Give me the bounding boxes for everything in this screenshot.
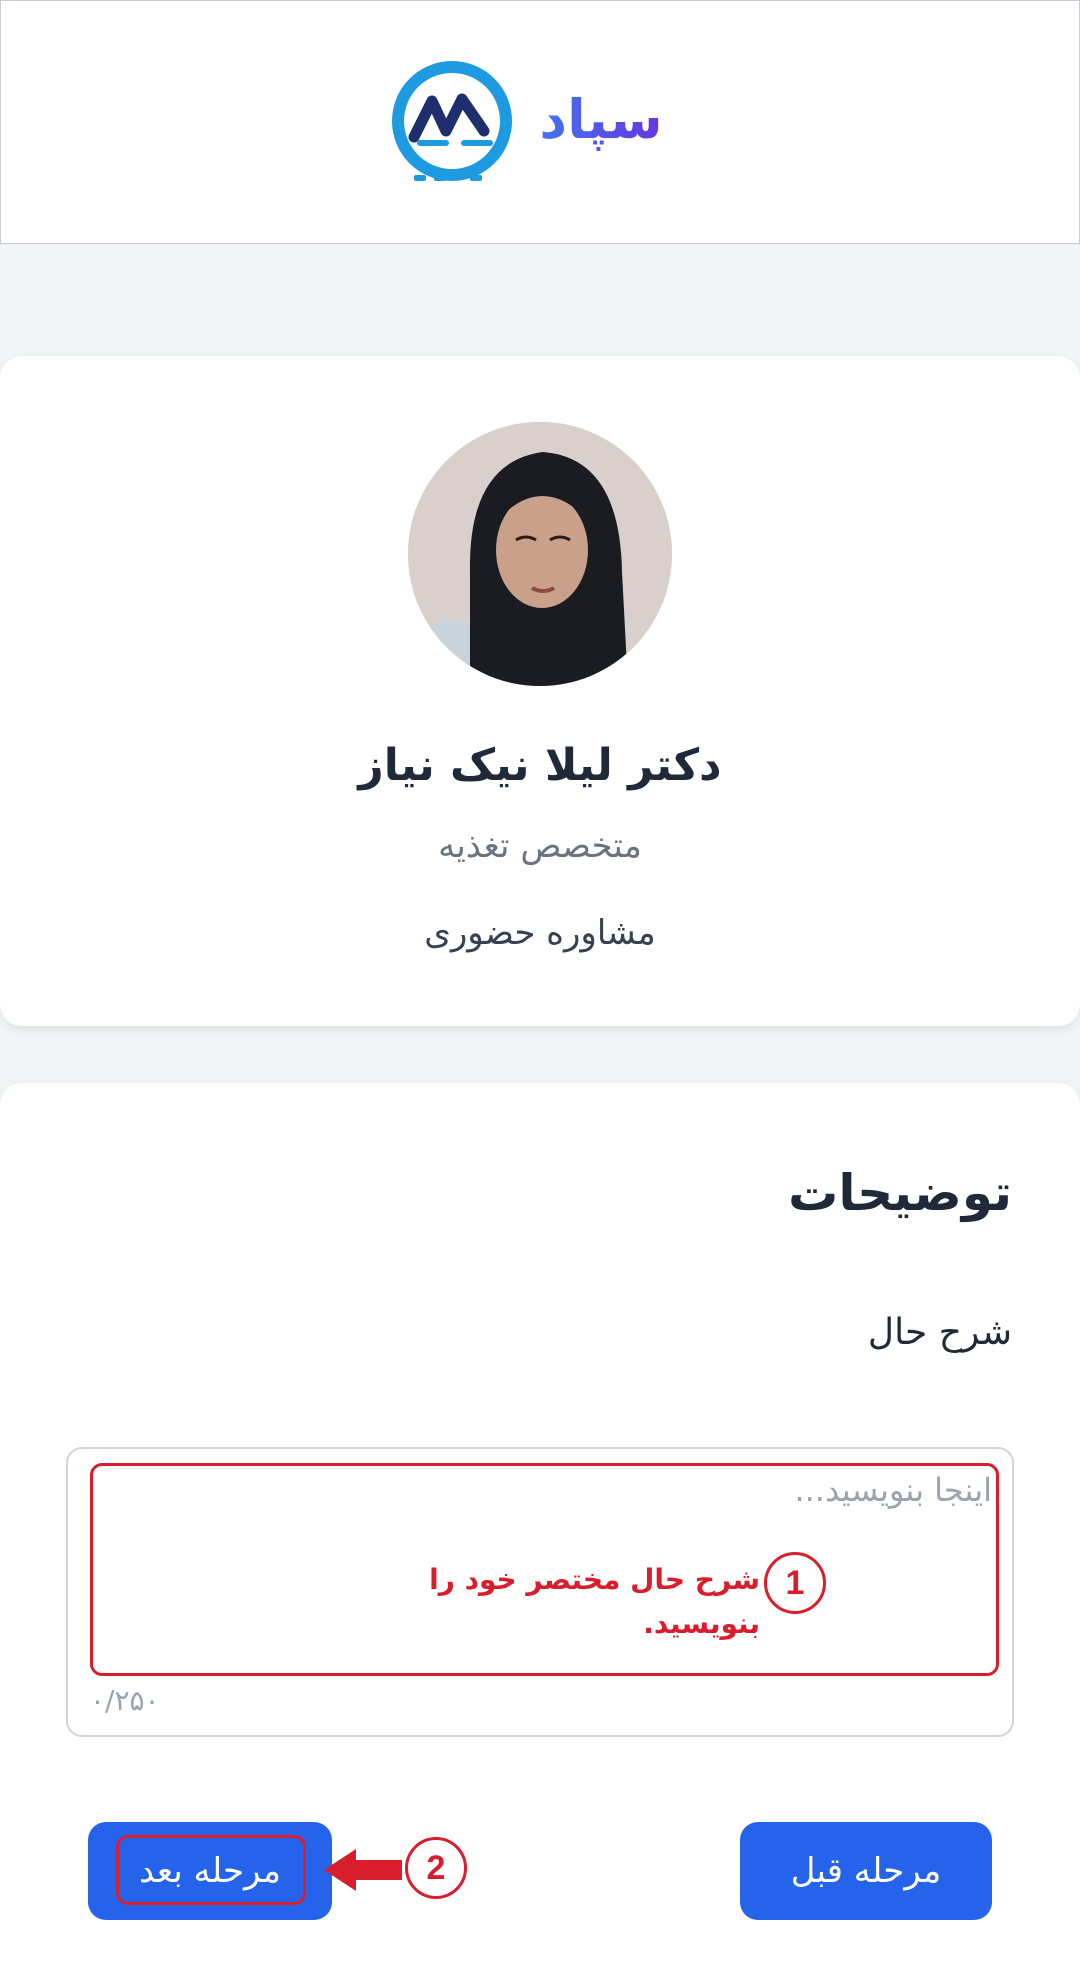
doctor-avatar-photo (408, 422, 672, 686)
annotation-arrow-icon (324, 1849, 402, 1891)
logo-wordmark: سپاد (511, 85, 691, 155)
annotation-step-2-badge: 2 (405, 1837, 467, 1899)
doctor-name: دکتر لیلا نیک نیاز (358, 740, 722, 791)
next-step-button[interactable]: مرحله بعد (88, 1822, 332, 1920)
annotation-step-1-badge: 1 (764, 1552, 826, 1614)
character-counter: ۰/۲۵۰ (90, 1684, 160, 1717)
avatar-image (408, 422, 672, 686)
section-title: توضیحات (788, 1164, 1012, 1222)
doctor-card: دکتر لیلا نیک نیاز متخصص تغذیه مشاوره حض… (0, 356, 1080, 1026)
annotation-step-1-text: شرح حال مختصر خود را بنویسید. (429, 1563, 760, 1640)
consultation-type: مشاوره حضوری (424, 913, 656, 953)
app-header: سپاد (0, 0, 1080, 244)
history-field-label: شرح حال (867, 1312, 1012, 1353)
previous-step-button[interactable]: مرحله قبل (740, 1822, 992, 1920)
doctor-specialty: متخصص تغذیه (438, 826, 642, 866)
